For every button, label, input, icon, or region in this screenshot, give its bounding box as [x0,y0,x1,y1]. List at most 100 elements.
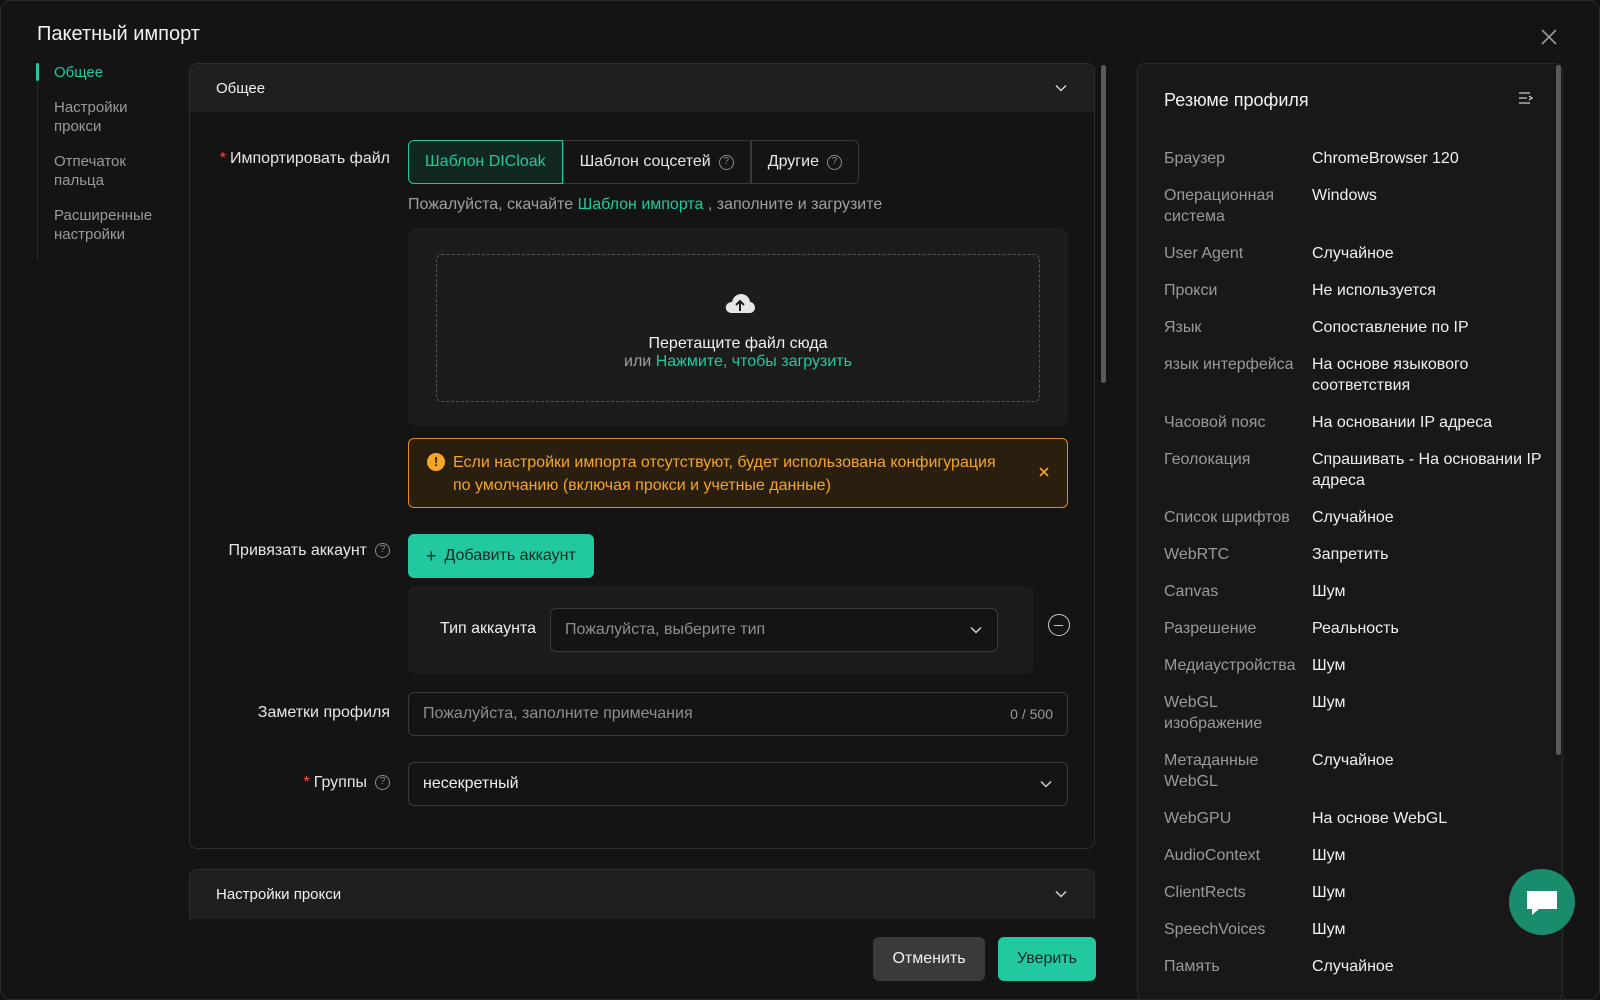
proxy-section: Настройки прокси [189,869,1095,919]
summary-value: Спрашивать - На основании IP адреса [1312,451,1542,489]
import-template-link[interactable]: Шаблон импорта [578,196,704,213]
summary-row: Память Случайное [1164,956,1554,977]
summary-row: AudioContext Шум [1164,845,1554,866]
summary-title: Резюме профиля [1164,90,1309,110]
summary-value: На основании IP адреса [1312,414,1493,431]
close-icon[interactable] [1037,465,1051,479]
summary-value: ChromeBrowser 120 [1312,150,1459,167]
proxy-section-header[interactable]: Настройки прокси [190,870,1094,918]
main-scrollbar[interactable] [1101,65,1106,383]
summary-key: Прокси [1164,282,1218,299]
summary-key: User Agent [1164,245,1244,262]
summary-key: Медиаустройства [1164,657,1296,674]
drop-subtext: или Нажмите, чтобы загрузить [624,353,852,370]
summary-value: Случайное [1312,245,1394,262]
section-nav: Общее Настройки прокси Отпечаток пальца … [36,63,177,260]
summary-key: Геолокация [1164,451,1251,468]
template-hint: Пожалуйста, скачайте Шаблон импорта , за… [408,196,883,213]
chevron-down-icon [970,626,982,634]
proxy-section-title: Настройки прокси [216,885,342,903]
summary-value: Не используется [1312,282,1436,299]
cancel-button[interactable]: Отменить [873,937,985,981]
profile-notes-label: Заметки профиля [257,704,390,721]
summary-value: Запретить [1312,546,1389,563]
close-icon[interactable] [1537,25,1561,49]
general-section: Общее * Импортировать файл Шаблон DICloak… [189,63,1095,849]
summary-key: Метаданные WebGL [1164,752,1259,790]
upload-area: Перетащите файл сюда или Нажмите, чтобы … [408,228,1068,426]
summary-value: Шум [1312,583,1346,600]
add-account-button[interactable]: + Добавить аккаунт [408,534,594,578]
file-dropzone[interactable]: Перетащите файл сюда или Нажмите, чтобы … [436,254,1040,402]
summary-key: Список шрифтов [1164,509,1290,526]
summary-value: Шум [1312,847,1346,864]
confirm-button[interactable]: Уверить [998,937,1096,981]
nav-item-fingerprint[interactable]: Отпечаток пальца [38,152,177,190]
main-form: Общее * Импортировать файл Шаблон DICloak… [189,63,1095,919]
summary-row: User Agent Случайное [1164,243,1554,264]
summary-row: Разрешение Реальность [1164,618,1554,639]
profile-summary-panel: Резюме профиля Браузер ChromeBrowser 120 … [1137,63,1563,999]
summary-key: Память [1164,958,1220,975]
summary-key: WebGL изображение [1164,694,1263,732]
alert-message: Если настройки импорта отсутствуют, буде… [453,454,996,494]
summary-value: Шум [1312,657,1346,674]
chevron-down-icon [1055,84,1067,92]
summary-key: Часовой пояс [1164,414,1266,431]
summary-value: Шум [1312,694,1346,711]
help-icon: ? [718,154,734,170]
account-type-select[interactable]: Пожалуйста, выберите тип [550,608,998,652]
template-dicloak-button[interactable]: Шаблон DICloak [408,140,563,184]
plus-icon: + [426,545,437,566]
summary-key: Операционная система [1164,187,1275,225]
summary-value: Windows [1312,187,1377,204]
remove-account-icon[interactable] [1048,614,1070,636]
summary-value: На основе WebGL [1312,810,1448,827]
default-config-alert: ! Если настройки импорта отсутствуют, бу… [408,438,1068,508]
summary-row: SpeechVoices Шум [1164,919,1554,940]
summary-key: AudioContext [1164,847,1261,864]
summary-row: Язык Сопоставление по IP [1164,317,1554,338]
template-social-button[interactable]: Шаблон соцсетей? [562,140,751,184]
chat-button[interactable] [1509,869,1575,935]
nav-item-proxy-settings[interactable]: Настройки прокси [38,98,177,136]
chevron-down-icon [1040,780,1052,788]
summary-scrollbar[interactable] [1556,65,1561,755]
nav-item-advanced-settings[interactable]: Расширенные настройки [38,206,177,244]
click-to-upload-link[interactable]: Нажмите, чтобы загрузить [656,353,852,370]
summary-key: WebGPU [1164,810,1232,827]
account-type-label: Тип аккаунта [440,620,536,637]
chat-icon [1527,891,1557,915]
general-section-header[interactable]: Общее [190,64,1094,112]
template-selector: Шаблон DICloak Шаблон соцсетей? Другие? [408,140,859,184]
help-icon: ? [375,543,390,559]
summary-row: Геолокация Спрашивать - На основании IP а… [1164,449,1554,491]
template-other-button[interactable]: Другие? [750,140,859,184]
collapse-panel-icon[interactable] [1518,90,1534,106]
summary-value: Реальность [1312,620,1399,637]
summary-row: язык интерфейса На основе языкового соотв… [1164,354,1554,396]
drop-text: Перетащите файл сюда [648,335,828,352]
summary-value: На основе языкового соответствия [1312,356,1469,394]
summary-row: WebGL изображение Шум [1164,692,1554,734]
groups-select[interactable]: несекретный [408,762,1068,806]
summary-value: Случайное [1312,958,1394,975]
dialog-title: Пакетный импорт [37,23,200,45]
summary-key: Язык [1164,319,1202,336]
summary-row: Браузер ChromeBrowser 120 [1164,148,1554,169]
warning-icon: ! [427,453,445,471]
summary-key: язык интерфейса [1164,356,1294,373]
batch-import-dialog: Пакетный импорт Общее Настройки прокси О… [0,0,1600,1000]
summary-value: Случайное [1312,752,1394,769]
upload-cloud-icon [725,294,755,313]
summary-key: ClientRects [1164,884,1246,901]
summary-row: Медиаустройства Шум [1164,655,1554,676]
summary-row: Операционная система Windows [1164,185,1554,227]
summary-key: Canvas [1164,583,1219,600]
nav-item-general[interactable]: Общее [36,63,177,82]
account-row: Тип аккаунта Пожалуйста, выберите тип [408,586,1034,674]
summary-value: Случайное [1312,509,1394,526]
profile-notes-input[interactable]: Пожалуйста, заполните примечания 0 / 500 [408,692,1068,736]
help-icon: ? [826,154,842,170]
groups-label: * Группы? [214,774,390,792]
